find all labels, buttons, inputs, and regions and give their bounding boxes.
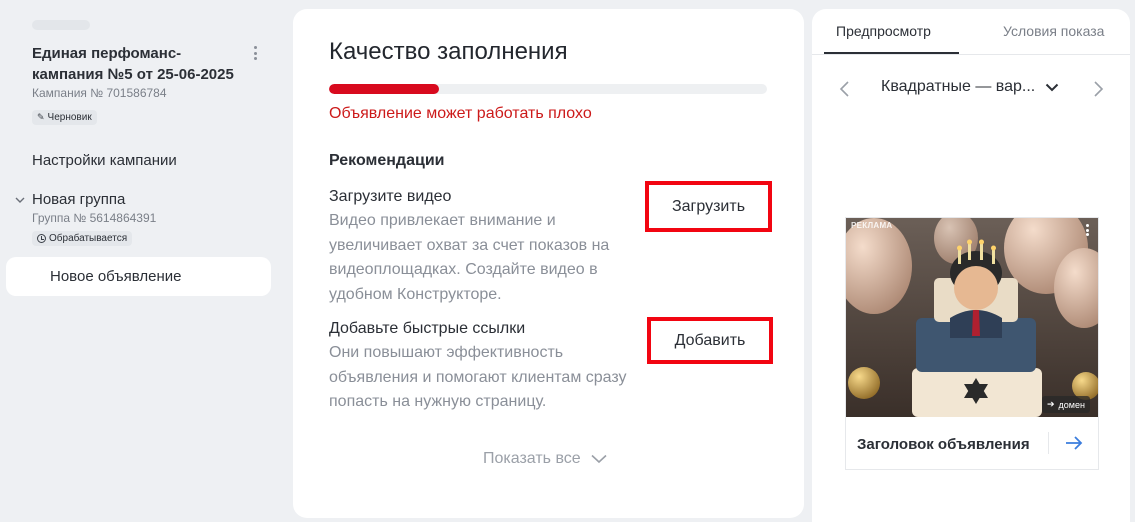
chevron-down-icon (591, 454, 607, 464)
blurred-header (32, 20, 90, 30)
draft-badge: ✎ Черновик (32, 110, 97, 125)
preview-tabs: Предпросмотр Условия показа (812, 9, 1130, 55)
pencil-icon: ✎ (37, 112, 45, 122)
ad-menu-icon[interactable] (1080, 223, 1094, 237)
campaign-settings-link[interactable]: Настройки кампании (32, 152, 177, 169)
group-name[interactable]: Новая группа (32, 191, 125, 208)
show-all-label: Показать все (483, 450, 581, 467)
quality-card: Качество заполнения Объявление может раб… (293, 9, 804, 518)
recommendations-heading: Рекомендации (329, 152, 445, 169)
chevron-left-icon[interactable] (838, 80, 852, 98)
recommendation-description: Видео привлекает внимание и увеличивает … (329, 212, 610, 303)
ad-preview-card[interactable]: РЕКЛАМА ➔ домен Заголовок объявления (845, 217, 1099, 470)
ad-label: РЕКЛАМА (851, 221, 893, 230)
tabs-divider (812, 54, 1130, 55)
show-all-button[interactable]: Показать все (483, 450, 607, 468)
chevron-down-icon[interactable] (14, 194, 26, 206)
recommendation-description: Они повышают эффективность объявления и … (329, 344, 627, 410)
recommendation-title: Добавьте быстрые ссылки (329, 320, 526, 337)
format-select-value: Квадратные — вар... (881, 78, 1036, 95)
ad-image (846, 218, 1098, 417)
status-badge: Обрабатывается (32, 231, 133, 246)
tab-display-conditions[interactable]: Условия показа (1003, 23, 1104, 39)
chevron-right-icon[interactable] (1091, 80, 1105, 98)
campaign-title[interactable]: Единая перфоманс-кампания №5 от 25-06-20… (32, 43, 242, 85)
sidebar-item-new-ad[interactable]: Новое объявление (6, 257, 271, 296)
sidebar: Единая перфоманс-кампания №5 от 25-06-20… (0, 0, 285, 522)
group-number: Группа № 5614864391 (32, 211, 157, 225)
tab-preview[interactable]: Предпросмотр (836, 23, 931, 39)
recommendation-title: Загрузите видео (329, 188, 452, 205)
quality-warning: Объявление может работать плохо (329, 105, 592, 122)
preview-panel: Предпросмотр Условия показа Квадратные —… (812, 9, 1130, 522)
chevron-down-icon (1046, 83, 1059, 91)
add-quick-links-button[interactable]: Добавить (647, 317, 773, 364)
quality-progress-bar (329, 84, 767, 94)
campaign-number: Кампания № 701586784 (32, 86, 167, 100)
status-badge-label: Обрабатывается (49, 233, 128, 244)
draft-badge-label: Черновик (47, 112, 92, 123)
arrow-right-icon: ➔ (1047, 399, 1055, 409)
domain-label: домен (1058, 399, 1085, 410)
quality-title: Качество заполнения (329, 38, 568, 65)
domain-chip[interactable]: ➔ домен (1042, 396, 1090, 413)
campaign-menu-icon[interactable] (247, 44, 263, 62)
quality-progress-fill (329, 84, 439, 94)
arrow-right-icon[interactable] (1064, 434, 1084, 452)
format-select[interactable]: Квадратные — вар... (881, 78, 1059, 96)
upload-video-button[interactable]: Загрузить (645, 181, 772, 232)
ad-headline: Заголовок объявления (857, 436, 1030, 453)
ad-divider (1048, 432, 1049, 454)
clock-icon (37, 234, 46, 243)
